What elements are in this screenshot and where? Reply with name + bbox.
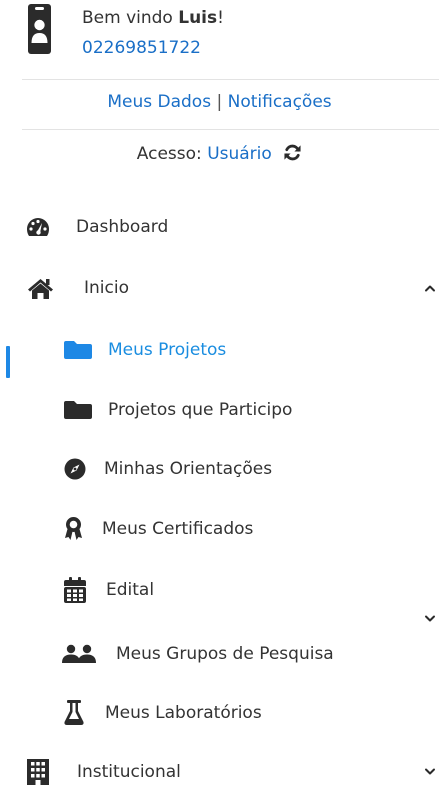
menu-item-edital[interactable]: Edital xyxy=(64,575,424,605)
building-icon xyxy=(27,759,49,785)
menu-item-projetos-participo[interactable]: Projetos que Participo xyxy=(63,396,423,424)
menu-item-inicio[interactable]: Inicio xyxy=(26,273,439,303)
menu-label-minhas-orientacoes: Minhas Orientações xyxy=(104,459,273,479)
tachometer-icon xyxy=(26,216,50,238)
folder-icon xyxy=(63,340,93,360)
chevron-down-icon[interactable] xyxy=(424,615,436,623)
divider-top xyxy=(22,79,439,80)
divider-bottom xyxy=(22,129,439,130)
links-separator: | xyxy=(216,92,223,112)
menu-label-inicio: Inicio xyxy=(84,278,129,298)
access-row: Acesso: Usuário xyxy=(0,143,439,164)
menu-item-dashboard[interactable]: Dashboard xyxy=(26,214,426,240)
access-label: Acesso: xyxy=(136,144,202,164)
menu-label-meus-laboratorios: Meus Laboratórios xyxy=(105,703,262,723)
account-links: Meus Dados | Notificações xyxy=(0,92,439,112)
my-data-link[interactable]: Meus Dados xyxy=(107,92,211,112)
menu-label-meus-grupos: Meus Grupos de Pesquisa xyxy=(116,644,334,664)
menu-label-edital: Edital xyxy=(106,580,155,600)
calendar-icon xyxy=(64,577,86,603)
chevron-up-icon[interactable] xyxy=(424,284,436,292)
greeting-suffix: ! xyxy=(217,8,224,28)
access-role-link[interactable]: Usuário xyxy=(207,144,272,164)
users-icon xyxy=(62,644,96,664)
menu-label-meus-projetos: Meus Projetos xyxy=(108,340,227,360)
menu-item-meus-grupos[interactable]: Meus Grupos de Pesquisa xyxy=(62,640,422,668)
menu-item-meus-certificados[interactable]: Meus Certificados xyxy=(64,514,424,544)
welcome-message: Bem vindo Luis! xyxy=(82,6,224,30)
user-name: Luis xyxy=(178,8,218,28)
menu-label-institucional: Institucional xyxy=(77,762,181,782)
menu-label-meus-certificados: Meus Certificados xyxy=(102,519,254,539)
folder-icon xyxy=(63,400,93,420)
award-icon xyxy=(64,516,83,542)
active-indicator xyxy=(6,346,10,378)
menu-item-meus-projetos[interactable]: Meus Projetos xyxy=(63,336,423,364)
notifications-link[interactable]: Notificações xyxy=(228,92,332,112)
menu-item-minhas-orientacoes[interactable]: Minhas Orientações xyxy=(64,455,424,483)
home-icon xyxy=(26,276,55,300)
greeting-prefix: Bem vindo xyxy=(82,8,173,28)
compass-icon xyxy=(64,458,86,480)
menu-label-projetos-participo: Projetos que Participo xyxy=(108,400,293,420)
menu-item-institucional[interactable]: Institucional xyxy=(27,757,427,787)
chevron-down-icon[interactable] xyxy=(424,768,436,776)
menu-label-dashboard: Dashboard xyxy=(76,217,169,237)
flask-icon xyxy=(64,700,84,726)
user-badge-icon xyxy=(28,4,51,54)
refresh-icon[interactable] xyxy=(283,143,302,162)
menu-item-meus-laboratorios[interactable]: Meus Laboratórios xyxy=(64,698,424,728)
user-id-number: 02269851722 xyxy=(82,38,201,58)
